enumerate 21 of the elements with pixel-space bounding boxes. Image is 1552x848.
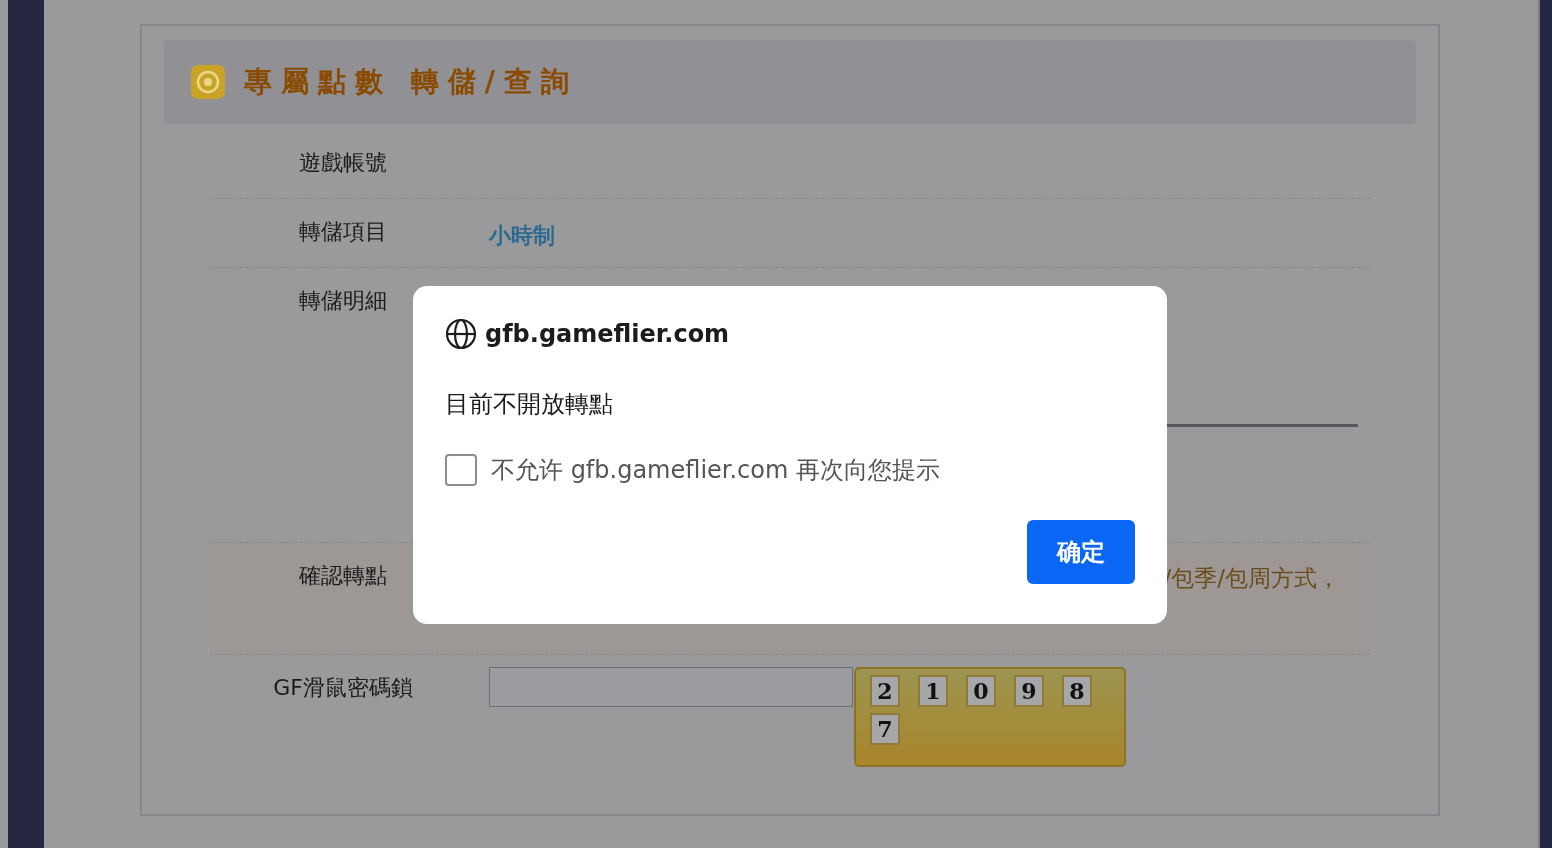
digit-key[interactable]: 9 (1014, 675, 1044, 707)
ok-button[interactable]: 确定 (1027, 520, 1135, 584)
field-label: 轉儲明細 (298, 287, 388, 315)
digit-key[interactable]: 1 (918, 675, 948, 707)
field-label: 遊戲帳號 (298, 149, 388, 177)
digit-key[interactable]: 2 (870, 675, 900, 707)
field-label: 確認轉點 (298, 562, 388, 590)
password-field[interactable] (489, 667, 853, 707)
checkbox-label: 不允许 gfb.gameflier.com 再次向您提示 (491, 455, 940, 486)
digit-key[interactable]: 7 (870, 713, 900, 745)
field-label: GF滑鼠密碼鎖 (272, 674, 414, 702)
digit-key[interactable]: 0 (966, 675, 996, 707)
site-host: gfb.gameflier.com (485, 320, 730, 348)
field-label: 轉儲項目 (298, 218, 388, 246)
coin-icon (190, 64, 226, 100)
digit-key[interactable]: 8 (1062, 675, 1092, 707)
globe-icon (445, 318, 477, 350)
item-value: 小時制 (489, 222, 555, 250)
alert-message: 目前不開放轉點 (445, 389, 614, 420)
checkbox[interactable] (445, 454, 477, 486)
page-title: 專屬點數 轉儲/查詢 (244, 64, 578, 100)
